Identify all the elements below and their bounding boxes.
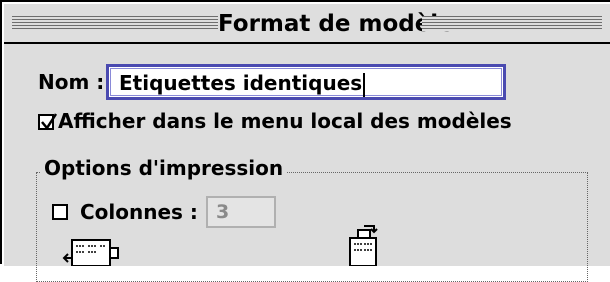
portrait-layout-icon[interactable] [344, 224, 384, 266]
title-bar[interactable]: Format de modèle [4, 4, 610, 44]
dialog-content: Nom : Etiquettes identiques Afficher dan… [4, 44, 610, 282]
landscape-layout-icon[interactable] [62, 238, 126, 266]
columns-field-value: 3 [216, 201, 230, 223]
window-title: Format de modèle [218, 10, 454, 38]
print-options-label: Options d'impression [40, 156, 288, 180]
text-caret [363, 72, 366, 97]
show-in-menu-label[interactable]: Afficher dans le menu local des modèles [58, 109, 512, 133]
checkmark-icon [41, 113, 58, 131]
columns-field[interactable]: 3 [206, 196, 276, 228]
dialog-window: Format de modèle Nom : Etiquettes identi… [0, 0, 610, 282]
title-bar-stripes-right [422, 16, 602, 31]
title-bar-stripes-left [12, 16, 218, 31]
show-in-menu-checkbox[interactable] [38, 113, 58, 131]
name-input[interactable]: Etiquettes identiques [106, 64, 506, 100]
name-label: Nom : [38, 70, 105, 94]
columns-checkbox[interactable] [52, 204, 68, 220]
columns-label[interactable]: Colonnes : [80, 200, 198, 224]
name-input-value: Etiquettes identiques [119, 71, 366, 97]
